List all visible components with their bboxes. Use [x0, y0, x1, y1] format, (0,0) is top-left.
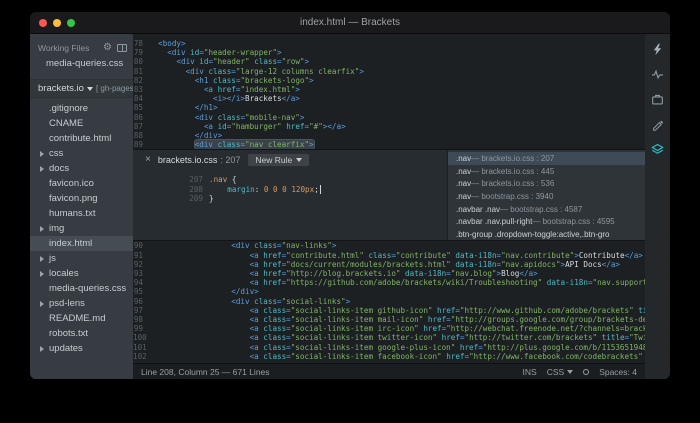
- code-line[interactable]: 84 <i></i>Brackets</a>: [133, 94, 645, 103]
- working-files-header: Working Files: [30, 41, 133, 56]
- close-window-button[interactable]: [39, 19, 47, 27]
- code-line[interactable]: 95 </div>: [133, 287, 645, 296]
- tree-folder-psd-lens[interactable]: psd-lens: [30, 296, 133, 311]
- close-icon[interactable]: [145, 155, 151, 165]
- code-line[interactable]: 101 <a class="social-links-item google-p…: [133, 343, 645, 352]
- project-dropdown[interactable]: brackets.io [ gh-pages ]: [30, 79, 133, 98]
- gear-icon[interactable]: [103, 42, 112, 53]
- tree-folder-locales[interactable]: locales: [30, 266, 133, 281]
- working-files-label: Working Files: [38, 43, 89, 53]
- chevron-down-icon: [567, 370, 573, 374]
- tree-file-media-queries.css[interactable]: media-queries.css: [30, 281, 133, 296]
- language-selector[interactable]: CSS: [547, 367, 573, 377]
- tree-file-index.html[interactable]: index.html: [30, 236, 133, 251]
- tree-file-CNAME[interactable]: CNAME: [30, 116, 133, 131]
- language-label: CSS: [547, 367, 564, 377]
- code-line[interactable]: 82 <h1 class="brackets-logo">: [133, 76, 645, 85]
- code-editor-bottom[interactable]: 90 <div class="nav-links">91 <a href="co…: [133, 241, 645, 363]
- window-title: index.html — Brackets: [30, 17, 670, 28]
- tree-folder-css[interactable]: css: [30, 146, 133, 161]
- tree-file-.gitignore[interactable]: .gitignore: [30, 101, 133, 116]
- css-rule-item[interactable]: .nav — bootstrap.css : 3940: [448, 190, 645, 203]
- tree-file-favicon.png[interactable]: favicon.png: [30, 191, 133, 206]
- pulse-icon[interactable]: [651, 68, 664, 81]
- code-line[interactable]: 93 <a href="http://blog.brackets.io" dat…: [133, 269, 645, 278]
- tree-folder-updates[interactable]: updates: [30, 341, 133, 356]
- code-line[interactable]: 99 <a class="social-links-item irc-icon"…: [133, 324, 645, 333]
- css-rule-item[interactable]: .nav — brackets.io.css : 445: [448, 165, 645, 178]
- chevron-down-icon: [296, 158, 302, 162]
- css-rule-item[interactable]: .nav — brackets.io.css : 536: [448, 178, 645, 191]
- code-line[interactable]: 88 </div>: [133, 131, 645, 140]
- css-rule-item[interactable]: .btn-group .dropdown-toggle:active,.btn-…: [448, 228, 645, 240]
- code-line[interactable]: 98 <a class="social-links-item mail-icon…: [133, 315, 645, 324]
- insert-mode-indicator[interactable]: INS: [523, 367, 537, 377]
- code-line[interactable]: 96 <div class="social-links">: [133, 297, 645, 306]
- tree-file-humans.txt[interactable]: humans.txt: [30, 206, 133, 221]
- desktop-background: index.html — Brackets Working Files medi…: [0, 0, 700, 423]
- code-line[interactable]: 97 <a class="social-links-item github-ic…: [133, 306, 645, 315]
- css-rule-item[interactable]: .navbar .nav.pull-right — bootstrap.css …: [448, 215, 645, 228]
- code-line[interactable]: 87 <a id="hamburger" href="#"></a>: [133, 122, 645, 131]
- layers-icon[interactable]: [651, 143, 664, 156]
- statusbar: Line 208, Column 25 — 671 Lines INS CSS …: [133, 363, 645, 379]
- split-view-icon[interactable]: [117, 44, 127, 52]
- archive-icon[interactable]: [651, 93, 664, 106]
- live-preview-icon[interactable]: [651, 43, 664, 56]
- tree-file-favicon.ico[interactable]: favicon.ico: [30, 176, 133, 191]
- right-toolbar: [645, 34, 670, 379]
- code-line[interactable]: 80 <div id="header" class="row">: [133, 57, 645, 66]
- code-line[interactable]: 85 </h1>: [133, 103, 645, 112]
- code-line[interactable]: 83 <a href="index.html">: [133, 85, 645, 94]
- traffic-lights: [30, 19, 75, 27]
- tree-folder-docs[interactable]: docs: [30, 161, 133, 176]
- css-rule-list: .nav — brackets.io.css : 207.nav — brack…: [447, 150, 645, 240]
- editor-pane: 78 <body>79 <div id="header-wrapper">80 …: [133, 34, 645, 379]
- tree-file-robots.txt[interactable]: robots.txt: [30, 326, 133, 341]
- code-line[interactable]: 78 <body>: [133, 39, 645, 48]
- code-line[interactable]: 86 <div class="mobile-nav">: [133, 113, 645, 122]
- lint-status-icon[interactable]: [583, 369, 589, 375]
- git-branch-label[interactable]: [ gh-pages ]: [96, 84, 133, 93]
- quick-edit-filename: brackets.io.css: [158, 155, 218, 165]
- tree-file-README.md[interactable]: README.md: [30, 311, 133, 326]
- quick-edit-panel: brackets.io.css : 207 New Rule 207.nav {…: [133, 149, 645, 241]
- new-rule-button[interactable]: New Rule: [247, 153, 310, 167]
- cursor-position-label[interactable]: Line 208, Column 25 — 671 Lines: [141, 367, 270, 377]
- new-rule-label: New Rule: [255, 155, 292, 165]
- sidebar: Working Files media-queries.css brackets…: [30, 34, 133, 379]
- brackets-window: index.html — Brackets Working Files medi…: [30, 12, 670, 379]
- tree-file-contribute.html[interactable]: contribute.html: [30, 131, 133, 146]
- working-file-item[interactable]: media-queries.css: [30, 56, 133, 71]
- code-line[interactable]: 81 <div class="large-12 columns clearfix…: [133, 67, 645, 76]
- code-line[interactable]: 92 <a href="docs/current/modules/bracket…: [133, 260, 645, 269]
- indentation-setting[interactable]: Spaces: 4: [599, 367, 637, 377]
- code-line[interactable]: 79 <div id="header-wrapper">: [133, 48, 645, 57]
- file-tree: .gitignoreCNAMEcontribute.htmlcssdocsfav…: [30, 98, 133, 379]
- css-rule-item[interactable]: .navbar .nav — bootstrap.css : 4587: [448, 203, 645, 216]
- code-line[interactable]: 89 <div class="nav clearfix">: [133, 140, 645, 149]
- brush-icon[interactable]: [651, 118, 664, 131]
- code-line[interactable]: 90 <div class="nav-links">: [133, 241, 645, 250]
- chevron-down-icon: [87, 87, 93, 91]
- tree-folder-img[interactable]: img: [30, 221, 133, 236]
- minimize-window-button[interactable]: [53, 19, 61, 27]
- code-line[interactable]: 94 <a href="https://github.com/adobe/bra…: [133, 278, 645, 287]
- code-line[interactable]: 91 <a href="contribute.html" class="cont…: [133, 251, 645, 260]
- css-rule-item[interactable]: .nav — brackets.io.css : 207: [448, 152, 645, 165]
- project-name: brackets.io: [38, 83, 84, 94]
- code-line[interactable]: 102 <a class="social-links-item facebook…: [133, 352, 645, 361]
- titlebar[interactable]: index.html — Brackets: [30, 12, 670, 34]
- working-files-list: media-queries.css: [30, 56, 133, 71]
- tree-folder-js[interactable]: js: [30, 251, 133, 266]
- quick-edit-line-number: : 207: [220, 155, 240, 165]
- zoom-window-button[interactable]: [67, 19, 75, 27]
- code-line[interactable]: 100 <a class="social-links-item twitter-…: [133, 333, 645, 342]
- code-editor-top[interactable]: 78 <body>79 <div id="header-wrapper">80 …: [133, 34, 645, 149]
